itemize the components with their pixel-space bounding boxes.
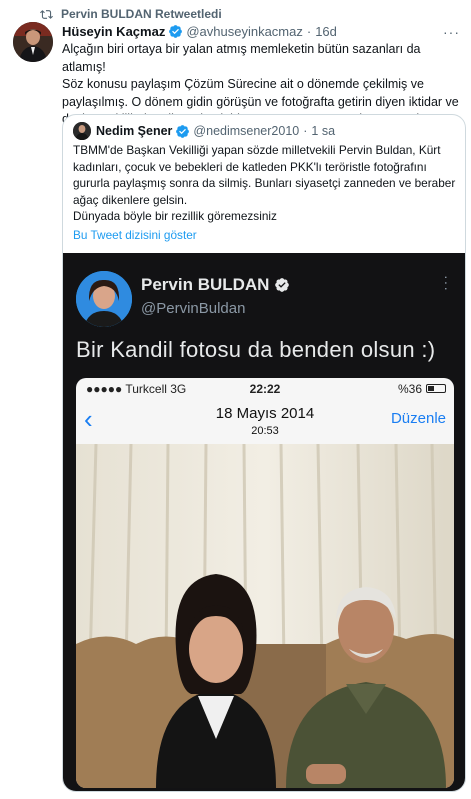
quote-media-image[interactable]: Pervin BULDAN @PervinBuldan ··· Bir Kand…: [63, 253, 465, 791]
separator: ·: [306, 23, 312, 39]
screenshot-text: Bir Kandil fotosu da benden olsun :): [76, 337, 436, 362]
verified-badge-icon: [275, 278, 290, 292]
tweet-time[interactable]: 16d: [315, 24, 337, 39]
quote-header: Nedim Şener @nedimsener2010 · 1 sa: [73, 122, 335, 140]
screenshot-more-icon: ···: [439, 275, 455, 292]
quoted-tweet[interactable]: Nedim Şener @nedimsener2010 · 1 sa TBMM'…: [62, 114, 466, 792]
retweet-indicator: Pervin BULDAN Retweetledi: [40, 6, 222, 22]
show-thread-link[interactable]: Bu Tweet dizisini göster: [73, 228, 197, 242]
verified-badge-icon: [169, 24, 183, 38]
retweet-icon: [40, 9, 53, 19]
quote-author-handle: @nedimsener2010: [193, 124, 300, 138]
battery-icon: [426, 384, 446, 393]
separator: ·: [303, 124, 308, 138]
screenshot-name-text: Pervin BULDAN: [141, 275, 270, 294]
quote-time: 1 sa: [311, 124, 336, 138]
phone-status-bar: ●●●●● Turkcell 3G 22:22 %36: [76, 378, 454, 398]
tweet[interactable]: Hüseyin Kaçmaz @avhuseyinkacmaz · 16d ··…: [62, 22, 460, 129]
tweet-header: Hüseyin Kaçmaz @avhuseyinkacmaz · 16d: [62, 22, 460, 40]
retweet-label: Pervin BULDAN Retweetledi: [61, 7, 222, 21]
author-handle[interactable]: @avhuseyinkacmaz: [186, 24, 303, 39]
screenshot-handle: @PervinBuldan: [141, 300, 246, 317]
quote-author-name: Nedim Şener: [96, 124, 173, 138]
edit-button: Düzenle: [390, 410, 446, 427]
quote-author-avatar: [73, 122, 91, 140]
verified-badge-icon: [176, 124, 190, 138]
quote-text: TBMM'de Başkan Vekilliği yapan sözde mil…: [73, 143, 456, 223]
author-name[interactable]: Hüseyin Kaçmaz: [62, 24, 165, 39]
author-avatar[interactable]: [13, 22, 53, 62]
photo-two-people: [76, 444, 454, 788]
screenshot-avatar: [76, 271, 132, 327]
battery-percent: %36: [397, 382, 422, 396]
screenshot-name: Pervin BULDAN: [141, 275, 293, 295]
phone-screenshot: ●●●●● Turkcell 3G 22:22 %36 ‹ 18 Mayıs 2…: [76, 378, 454, 788]
more-options-icon[interactable]: ···: [443, 24, 460, 40]
